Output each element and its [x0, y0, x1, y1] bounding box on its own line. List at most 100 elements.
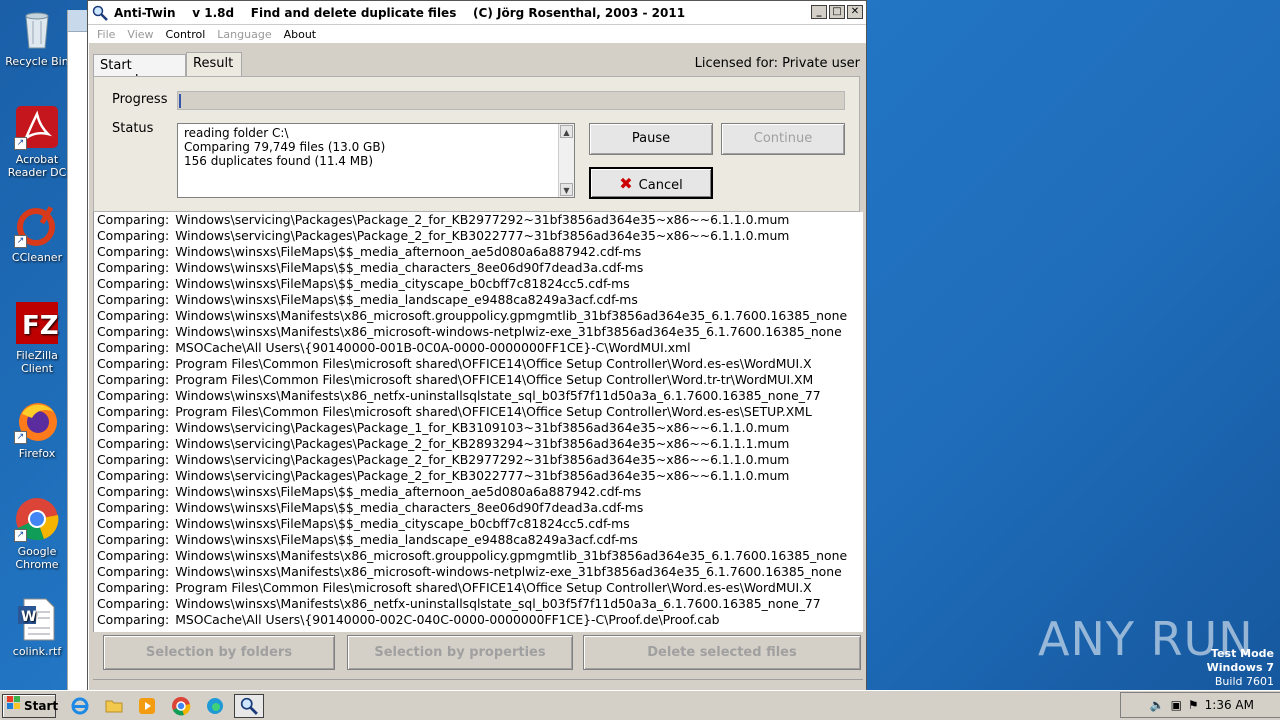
progress-bar	[177, 91, 845, 110]
log-prefix: Comparing:	[97, 276, 170, 291]
log-row: Comparing: Windows\winsxs\FileMaps\$$_med…	[94, 244, 863, 260]
desktop-icon-chrome[interactable]: ↗ Google Chrome	[2, 496, 72, 571]
log-path: Windows\winsxs\Manifests\x86_microsoft.g…	[175, 308, 848, 323]
log-path: MSOCache\All Users\{90140000-002C-040C-0…	[175, 612, 720, 627]
log-prefix: Comparing:	[97, 612, 170, 627]
svg-text:FZ: FZ	[22, 311, 59, 341]
scroll-up-icon[interactable]: ▲	[560, 125, 573, 138]
selection-by-properties-button[interactable]: Selection by properties	[347, 635, 573, 670]
desktop-icon-colink[interactable]: W colink.rtf	[2, 596, 72, 658]
status-textbox[interactable]: reading folder C:\ Comparing 79,749 file…	[177, 123, 575, 198]
svg-text:W: W	[21, 609, 36, 625]
start-label: Start	[24, 698, 59, 713]
log-row: Comparing: Windows\winsxs\FileMaps\$$_med…	[94, 292, 863, 308]
flag-icon[interactable]: ⚑	[1188, 698, 1199, 712]
log-path: Windows\servicing\Packages\Package_2_for…	[175, 228, 790, 243]
log-row: Comparing: Windows\winsxs\Manifests\x86_m…	[94, 308, 863, 324]
log-path: Program Files\Common Files\microsoft sha…	[175, 580, 812, 595]
log-row: Comparing: MSOCache\All Users\{90140000-0…	[94, 340, 863, 356]
log-path: Windows\winsxs\Manifests\x86_microsoft-w…	[175, 564, 842, 579]
menu-file[interactable]: File	[97, 28, 115, 41]
log-path: Windows\winsxs\FileMaps\$$_media_landsca…	[175, 292, 638, 307]
status-line: 156 duplicates found (11.4 MB)	[184, 154, 374, 168]
log-row: Comparing: Windows\servicing\Packages\Pac…	[94, 212, 863, 228]
desktop-icon-filezilla[interactable]: FZ FileZilla Client	[2, 300, 72, 375]
close-button[interactable]: ✕	[847, 5, 863, 19]
status-line: reading folder C:\	[184, 126, 289, 140]
explorer-folder-icon[interactable]	[104, 696, 124, 716]
log-prefix: Comparing:	[97, 356, 170, 371]
log-row: Comparing: Windows\winsxs\FileMaps\$$_med…	[94, 500, 863, 516]
maximize-button[interactable]: □	[829, 5, 845, 19]
log-row: Comparing: Program Files\Common Files\mic…	[94, 580, 863, 596]
menu-view[interactable]: View	[127, 28, 153, 41]
log-row: Comparing: Windows\servicing\Packages\Pac…	[94, 436, 863, 452]
log-path: Windows\servicing\Packages\Package_1_for…	[175, 420, 790, 435]
anti-twin-taskbar-button[interactable]	[234, 694, 264, 718]
edge-icon[interactable]	[205, 696, 225, 716]
tab-start-search[interactable]: Start search	[93, 54, 186, 88]
delete-selected-files-button[interactable]: Delete selected files	[583, 635, 861, 670]
menu-language[interactable]: Language	[217, 28, 271, 41]
desktop-icon-ccleaner[interactable]: ↗ CCleaner	[2, 202, 72, 264]
pause-button[interactable]: Pause	[589, 123, 713, 155]
log-row: Comparing: Program Files\Common Files\mic…	[94, 404, 863, 420]
log-prefix: Comparing:	[97, 228, 170, 243]
menu-control[interactable]: Control	[166, 28, 206, 41]
log-prefix: Comparing:	[97, 308, 170, 323]
firefox-icon: ↗	[14, 398, 60, 444]
log-prefix: Comparing:	[97, 260, 170, 275]
desktop-icon-label: Google Chrome	[15, 545, 59, 571]
network-icon[interactable]: ▣	[1171, 698, 1182, 712]
log-row: Comparing: Windows\servicing\Packages\Pac…	[94, 468, 863, 484]
log-path: Windows\winsxs\FileMaps\$$_media_charact…	[175, 500, 644, 515]
desktop-icon-recycle-bin[interactable]: Recycle Bin	[2, 6, 72, 68]
menu-about[interactable]: About	[284, 28, 317, 41]
log-prefix: Comparing:	[97, 532, 170, 547]
speaker-icon[interactable]: 🔈	[1150, 698, 1165, 712]
log-row: Comparing: Program Files\Common Files\mic…	[94, 372, 863, 388]
log-path: Windows\winsxs\Manifests\x86_netfx-unins…	[175, 388, 821, 403]
window-titlebar[interactable]: Anti-Twin v 1.8d Find and delete duplica…	[88, 1, 866, 25]
selection-by-folders-button[interactable]: Selection by folders	[103, 635, 335, 670]
filezilla-icon: FZ	[14, 300, 60, 346]
magnifier-icon	[240, 697, 258, 715]
anti-twin-window: Anti-Twin v 1.8d Find and delete duplica…	[87, 0, 867, 693]
chrome-icon: ↗	[14, 496, 60, 542]
tab-result[interactable]: Result	[186, 52, 242, 76]
start-button[interactable]: Start	[2, 693, 59, 718]
log-path: Windows\servicing\Packages\Package_2_for…	[175, 468, 790, 483]
log-prefix: Comparing:	[97, 212, 170, 227]
log-path: Windows\winsxs\FileMaps\$$_media_citysca…	[175, 276, 630, 291]
ie-icon[interactable]	[70, 696, 90, 716]
log-path: Windows\winsxs\FileMaps\$$_media_landsca…	[175, 532, 638, 547]
cancel-button[interactable]: ✖ Cancel	[589, 167, 713, 199]
log-path: Windows\winsxs\FileMaps\$$_media_charact…	[175, 260, 644, 275]
log-path: MSOCache\All Users\{90140000-001B-0C0A-0…	[175, 340, 691, 355]
chrome-taskbar-icon[interactable]	[171, 696, 191, 716]
log-row: Comparing: Windows\winsxs\FileMaps\$$_med…	[94, 516, 863, 532]
log-path: Windows\servicing\Packages\Package_2_for…	[175, 452, 790, 467]
desktop-icon-acrobat[interactable]: ↗ Acrobat Reader DC	[2, 104, 72, 179]
minimize-button[interactable]: _	[811, 5, 827, 19]
log-prefix: Comparing:	[97, 372, 170, 387]
result-panel: Progress Status reading folder C:\ Compa…	[93, 76, 860, 212]
windows-logo-icon	[7, 695, 21, 717]
log-row: Comparing: Windows\winsxs\FileMaps\$$_med…	[94, 484, 863, 500]
progress-label: Progress	[112, 92, 168, 107]
acrobat-icon: ↗	[14, 104, 60, 150]
clock[interactable]: 1:36 AM	[1205, 698, 1254, 712]
media-player-icon[interactable]	[137, 696, 157, 716]
status-scrollbar[interactable]: ▲ ▼	[558, 124, 574, 197]
log-row: Comparing: Windows\winsxs\Manifests\x86_m…	[94, 564, 863, 580]
continue-button[interactable]: Continue	[721, 123, 845, 155]
comparison-log[interactable]: Comparing: Windows\servicing\Packages\Pac…	[93, 212, 863, 632]
scroll-down-icon[interactable]: ▼	[560, 183, 573, 196]
log-row: Comparing: Windows\servicing\Packages\Pac…	[94, 452, 863, 468]
desktop-icon-firefox[interactable]: ↗ Firefox	[2, 398, 72, 460]
license-info: Licensed for: Private user	[694, 56, 860, 71]
log-prefix: Comparing:	[97, 244, 170, 259]
recycle-bin-icon	[14, 6, 60, 52]
desktop-icon-label: Firefox	[18, 447, 56, 460]
word-document-icon: W	[14, 596, 60, 642]
